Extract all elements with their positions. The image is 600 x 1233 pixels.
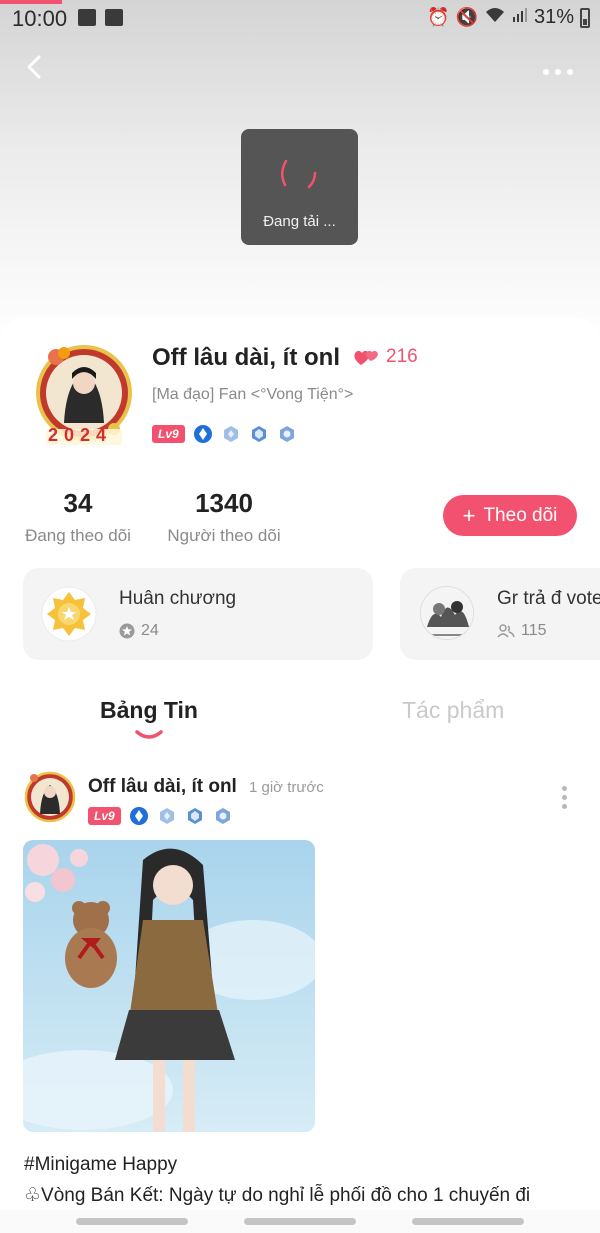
post-more-button[interactable] bbox=[556, 786, 572, 812]
loading-toast: Đang tải ... bbox=[241, 129, 358, 245]
medal-count: 24 bbox=[141, 622, 159, 639]
post-body-line: ♧Vòng Bán Kết: Ngày tự do nghỉ lễ phối đ… bbox=[24, 1185, 531, 1206]
tab-works[interactable]: Tác phẩm bbox=[402, 697, 504, 724]
profile-subtitle: [Ma đạo] Fan <°Vong Tiện°> bbox=[152, 386, 354, 403]
group-card-title: Gr trả đ vote bbox=[497, 588, 600, 609]
medal-icon bbox=[41, 586, 97, 642]
followers-label[interactable]: Người theo dõi bbox=[160, 526, 288, 546]
likes-count: 216 bbox=[386, 346, 418, 367]
post-timestamp: 1 giờ trước bbox=[249, 779, 324, 796]
crystal-badge-icon bbox=[223, 426, 238, 442]
likes-counter: 216 bbox=[352, 346, 418, 368]
group-card-members: 115 bbox=[497, 622, 547, 640]
loading-spinner-icon bbox=[281, 159, 317, 189]
checkbox-notification-icon bbox=[105, 9, 123, 26]
shield-badge-icon bbox=[187, 808, 202, 824]
status-bar: 10:00 ⏰ 🔇 31% bbox=[0, 0, 600, 36]
hearts-icon bbox=[354, 350, 378, 365]
mute-icon: 🔇 bbox=[455, 7, 478, 27]
status-indicators: ⏰ 🔇 31% bbox=[427, 6, 590, 29]
post-level-badge: Lv9 bbox=[88, 807, 121, 825]
profile-username: Off lâu dài, ít onl bbox=[152, 344, 340, 371]
signal-icon bbox=[512, 7, 528, 28]
back-button[interactable] bbox=[20, 52, 50, 82]
diamond-badge-icon bbox=[129, 807, 148, 825]
followers-count[interactable]: 1340 bbox=[164, 488, 284, 519]
more-options-button[interactable] bbox=[542, 58, 574, 76]
medal-card-count: 24 bbox=[119, 622, 159, 640]
diamond-badge-icon bbox=[193, 425, 212, 443]
post-author-avatar[interactable] bbox=[24, 770, 76, 824]
battery-icon bbox=[580, 7, 590, 28]
gallery-icon bbox=[78, 9, 96, 26]
members-icon bbox=[497, 624, 515, 638]
battery-percent: 31% bbox=[533, 6, 574, 28]
wifi-icon bbox=[484, 6, 506, 29]
post-author-name[interactable]: Off lâu dài, ít onl bbox=[88, 776, 237, 798]
dot bbox=[561, 795, 567, 800]
crystal-badge-icon bbox=[159, 808, 174, 824]
nav-home-button[interactable] bbox=[244, 1218, 356, 1225]
star-circle-icon bbox=[119, 623, 135, 639]
group-thumbnail bbox=[420, 586, 474, 640]
avatar-year-text: 2024 bbox=[48, 425, 113, 445]
post-author-badges: Lv9 bbox=[88, 806, 233, 826]
tab-active-indicator bbox=[135, 730, 163, 739]
following-count[interactable]: 34 bbox=[28, 488, 128, 519]
alarm-icon: ⏰ bbox=[427, 7, 450, 27]
group-card[interactable]: Gr trả đ vote 115 bbox=[400, 568, 600, 660]
gear-badge-icon bbox=[215, 808, 230, 824]
level-badge: Lv9 bbox=[152, 425, 185, 443]
follow-button[interactable]: + Theo dõi bbox=[443, 495, 577, 536]
more-horizontal-icon bbox=[543, 69, 573, 75]
dot bbox=[561, 786, 567, 791]
status-time: 10:00 bbox=[12, 6, 68, 31]
chevron-left-icon bbox=[27, 55, 41, 79]
profile-badges: Lv9 bbox=[152, 424, 297, 444]
medal-card-title: Huân chương bbox=[119, 588, 237, 609]
gear-badge-icon bbox=[279, 426, 294, 442]
plus-icon: + bbox=[462, 502, 476, 528]
shield-badge-icon bbox=[251, 426, 266, 442]
post-image[interactable] bbox=[23, 840, 315, 1132]
nav-back-button[interactable] bbox=[412, 1218, 524, 1225]
dot bbox=[561, 804, 567, 809]
following-label[interactable]: Đang theo dõi bbox=[18, 526, 138, 546]
nav-recents-button[interactable] bbox=[76, 1218, 188, 1225]
loading-text: Đang tải ... bbox=[263, 213, 336, 230]
profile-avatar[interactable]: 2024 bbox=[34, 343, 134, 449]
group-member-count: 115 bbox=[521, 622, 547, 639]
follow-button-label: Theo dõi bbox=[483, 504, 558, 526]
post-hashtag[interactable]: #Minigame Happy bbox=[24, 1154, 177, 1176]
medal-card[interactable]: Huân chương 24 bbox=[23, 568, 373, 660]
tab-feed[interactable]: Bảng Tin bbox=[100, 697, 198, 724]
